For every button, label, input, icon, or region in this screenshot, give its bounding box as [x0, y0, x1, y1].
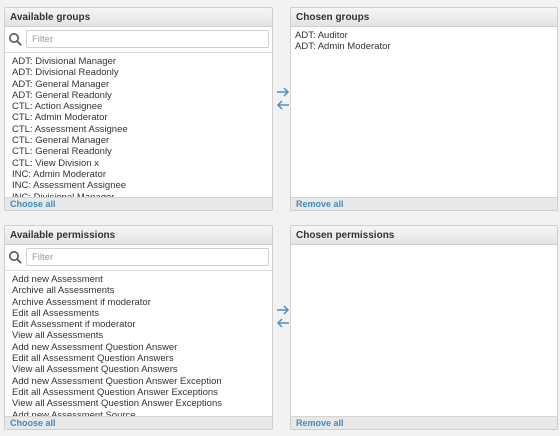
list-item[interactable]: ADT: Divisional Readonly — [12, 67, 272, 78]
list-item[interactable]: Archive all Assessments — [12, 285, 272, 296]
list-item[interactable]: View all Assessments — [12, 330, 272, 341]
list-item[interactable]: Edit all Assessment Question Answer Exce… — [12, 387, 272, 398]
available-permissions-panel: Available permissions Add new Assessment… — [4, 225, 273, 430]
chosen-groups-panel: Chosen groups ADT: Auditor ADT: Admin Mod… — [290, 7, 558, 211]
choose-all-permissions-link[interactable]: Choose all — [10, 418, 56, 428]
groups-transfer-controls — [275, 86, 291, 112]
list-item[interactable]: ADT: Divisional Manager — [12, 56, 272, 67]
chosen-permissions-title: Chosen permissions — [291, 226, 557, 245]
available-groups-panel: Available groups ADT: Divisional Manager… — [4, 7, 273, 211]
chosen-permissions-footer: Remove all — [291, 416, 557, 429]
available-groups-footer: Choose all — [5, 197, 272, 210]
search-icon — [9, 251, 22, 264]
list-item[interactable]: INC: Assessment Assignee — [12, 180, 272, 191]
list-item[interactable]: Add new Assessment Question Answer Excep… — [12, 376, 272, 387]
arrow-right-icon[interactable] — [275, 304, 291, 316]
list-item[interactable]: CTL: Assessment Assignee — [12, 124, 272, 135]
available-permissions-footer: Choose all — [5, 416, 272, 429]
available-groups-list[interactable]: ADT: Divisional Manager ADT: Divisional R… — [5, 54, 272, 197]
list-item[interactable]: Archive Assessment if moderator — [12, 297, 272, 308]
list-item[interactable]: Add new Assessment — [12, 274, 272, 285]
list-item[interactable]: CTL: General Readonly — [12, 146, 272, 157]
available-groups-filter-input[interactable] — [26, 30, 269, 48]
list-item[interactable]: CTL: General Manager — [12, 135, 272, 146]
available-groups-filter-row — [5, 27, 272, 53]
list-item[interactable]: CTL: Action Assignee — [12, 101, 272, 112]
permissions-transfer-controls — [275, 304, 291, 330]
remove-all-permissions-link[interactable]: Remove all — [296, 418, 344, 428]
list-item[interactable]: CTL: View Division x — [12, 158, 272, 169]
arrow-left-icon[interactable] — [275, 99, 291, 111]
list-item[interactable]: Add new Assessment Question Answer — [12, 342, 272, 353]
list-item[interactable]: CTL: Admin Moderator — [12, 112, 272, 123]
available-permissions-title: Available permissions — [5, 226, 272, 245]
chosen-permissions-list[interactable] — [291, 246, 557, 416]
chosen-groups-footer: Remove all — [291, 197, 557, 210]
choose-all-groups-link[interactable]: Choose all — [10, 199, 56, 209]
arrow-left-icon[interactable] — [275, 317, 291, 329]
available-permissions-filter-row — [5, 245, 272, 271]
list-item[interactable]: Edit all Assessment Question Answers — [12, 353, 272, 364]
list-item[interactable]: ADT: Admin Moderator — [295, 41, 557, 52]
chosen-groups-title: Chosen groups — [291, 8, 557, 27]
chosen-groups-list[interactable]: ADT: Auditor ADT: Admin Moderator — [291, 28, 557, 197]
list-item[interactable]: ADT: General Manager — [12, 79, 272, 90]
available-groups-title: Available groups — [5, 8, 272, 27]
available-permissions-list[interactable]: Add new Assessment Archive all Assessment… — [5, 272, 272, 416]
list-item[interactable]: INC: Admin Moderator — [12, 169, 272, 180]
search-icon — [9, 33, 22, 46]
list-item[interactable]: ADT: General Readonly — [12, 90, 272, 101]
list-item[interactable]: ADT: Auditor — [295, 30, 557, 41]
available-permissions-filter-input[interactable] — [26, 248, 269, 266]
remove-all-groups-link[interactable]: Remove all — [296, 199, 344, 209]
list-item[interactable]: View all Assessment Question Answers — [12, 364, 272, 375]
list-item[interactable]: Edit all Assessments — [12, 308, 272, 319]
chosen-permissions-panel: Chosen permissions Remove all — [290, 225, 558, 430]
arrow-right-icon[interactable] — [275, 86, 291, 98]
list-item[interactable]: Edit Assessment if moderator — [12, 319, 272, 330]
list-item[interactable]: View all Assessment Question Answer Exce… — [12, 398, 272, 409]
